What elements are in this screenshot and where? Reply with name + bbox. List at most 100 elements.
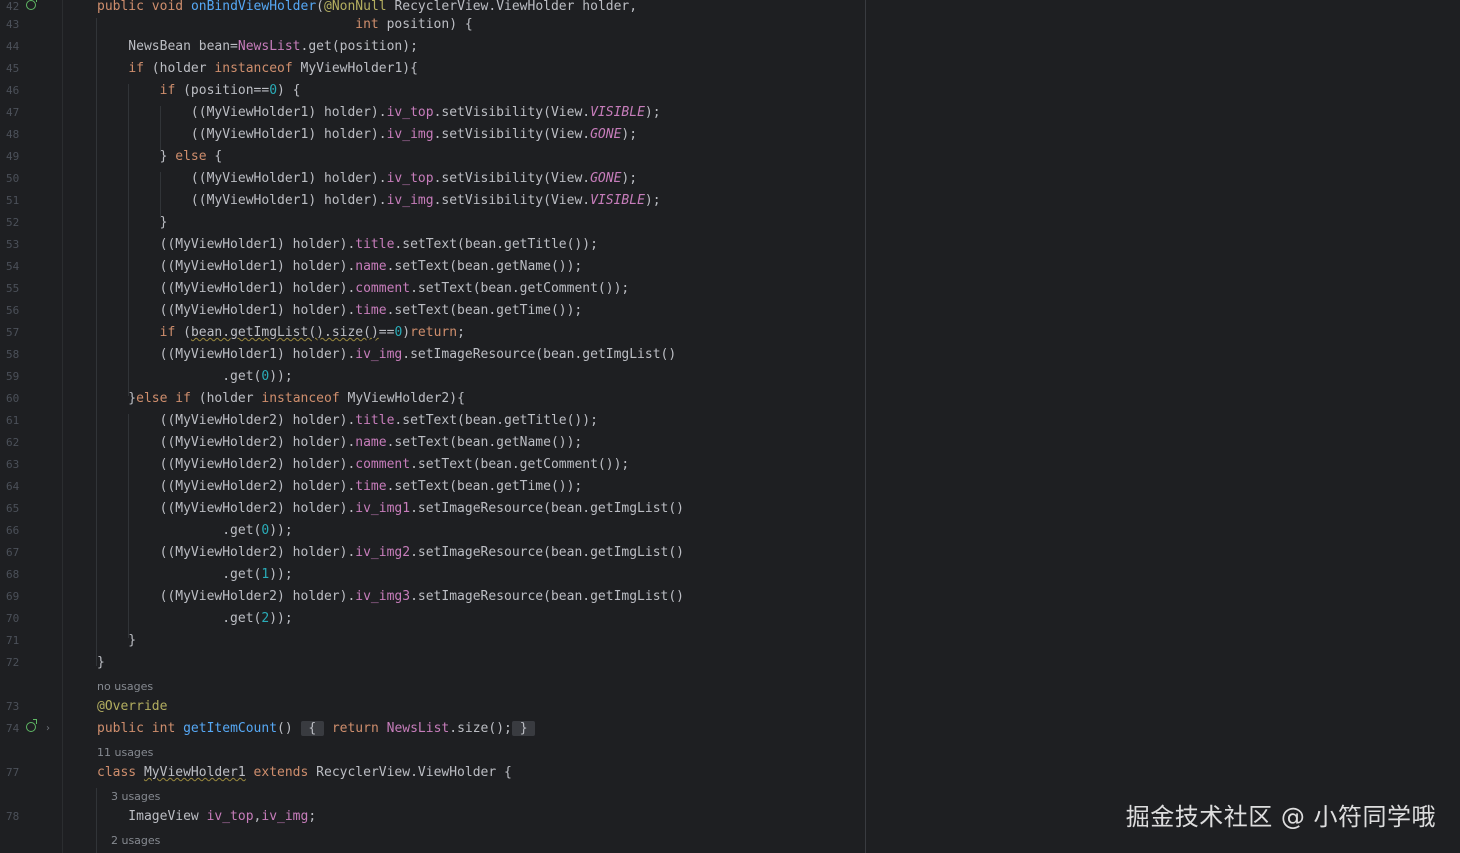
watermark: 掘金技术社区 @ 小符同学哦 [1125,803,1436,831]
line-number: 57 [6,326,20,339]
line-number: 78 [6,810,20,823]
code-line[interactable]: 55 ((MyViewHolder1) holder).comment.setT… [0,278,1460,300]
usage-hint[interactable]: 3 usages [97,786,160,808]
usage-hint[interactable]: 2 usages [97,830,160,852]
code-line[interactable]: 77 class MyViewHolder1 extends RecyclerVi… [0,762,1460,784]
code-text: ((MyViewHolder1) holder).name.setText(be… [97,259,583,274]
code-line[interactable]: 69 ((MyViewHolder2) holder).iv_img3.setI… [0,586,1460,608]
line-number: 56 [6,304,20,317]
line-number: 43 [6,18,20,31]
code-text: ((MyViewHolder1) holder).iv_img.setVisib… [97,127,638,142]
code-line[interactable]: 71 } [0,630,1460,652]
code-line[interactable]: 52 } [0,212,1460,234]
usage-hint-row[interactable]: 2 usages [0,830,1460,852]
line-number: 66 [6,524,20,537]
line-number: 51 [6,194,20,207]
code-line[interactable]: 54 ((MyViewHolder1) holder).name.setText… [0,256,1460,278]
code-text: ((MyViewHolder1) holder).iv_top.setVisib… [97,171,638,186]
code-line[interactable]: 67 ((MyViewHolder2) holder).iv_img2.setI… [0,542,1460,564]
code-line[interactable]: 56 ((MyViewHolder1) holder).time.setText… [0,300,1460,322]
usage-hint[interactable]: no usages [97,676,153,698]
code-text: } else { [97,149,223,164]
code-line[interactable]: 44 NewsBean bean=NewsList.get(position); [0,36,1460,58]
code-line[interactable]: 60 }else if (holder instanceof MyViewHol… [0,388,1460,410]
line-number: 63 [6,458,20,471]
code-line[interactable]: 66 .get(0)); [0,520,1460,542]
code-line[interactable]: 48 ((MyViewHolder1) holder).iv_img.setVi… [0,124,1460,146]
line-number: 47 [6,106,20,119]
code-line[interactable]: 65 ((MyViewHolder2) holder).iv_img1.setI… [0,498,1460,520]
code-text: @Override [97,699,168,714]
code-text: }else if (holder instanceof MyViewHolder… [97,391,465,406]
code-line[interactable]: 68 .get(1)); [0,564,1460,586]
code-line[interactable]: 61 ((MyViewHolder2) holder).title.setTex… [0,410,1460,432]
line-number: 58 [6,348,20,361]
code-text: ((MyViewHolder2) holder).iv_img2.setImag… [97,545,685,560]
code-line[interactable]: 70 .get(2)); [0,608,1460,630]
line-number: 72 [6,656,20,669]
code-line[interactable]: 74 › public int getItemCount() { return Ne… [0,718,1460,740]
line-number: 61 [6,414,20,427]
code-text: ((MyViewHolder1) holder).time.setText(be… [97,303,583,318]
line-number: 60 [6,392,20,405]
code-line[interactable]: 73 @Override [0,696,1460,718]
code-text: if (holder instanceof MyViewHolder1){ [128,61,418,76]
usage-hint-row[interactable]: 11 usages [0,742,1460,764]
line-number: 64 [6,480,20,493]
code-text: int position) { [355,17,473,32]
code-text: ((MyViewHolder2) holder).comment.setText… [97,457,630,472]
code-text: } [97,633,137,648]
line-number: 50 [6,172,20,185]
line-number: 49 [6,150,20,163]
code-text: class MyViewHolder1 extends RecyclerView… [97,765,512,780]
line-number: 53 [6,238,20,251]
line-number: 54 [6,260,20,273]
code-line[interactable]: 51 ((MyViewHolder1) holder).iv_img.setVi… [0,190,1460,212]
code-text: if (position==0) { [159,83,301,98]
line-number: 71 [6,634,20,647]
line-number: 68 [6,568,20,581]
usage-hint-row[interactable]: no usages [0,676,1460,698]
override-method-icon[interactable] [26,0,37,10]
code-line[interactable]: 72} [0,652,1460,674]
code-line[interactable]: 53 ((MyViewHolder1) holder).title.setTex… [0,234,1460,256]
code-line[interactable]: 59 .get(0)); [0,366,1460,388]
line-number: 62 [6,436,20,449]
fold-chevron-icon[interactable]: › [46,718,50,740]
line-number: 46 [6,84,20,97]
code-line[interactable]: 58 ((MyViewHolder1) holder).iv_img.setIm… [0,344,1460,366]
code-line[interactable]: 63 ((MyViewHolder2) holder).comment.setT… [0,454,1460,476]
code-text: ImageView iv_top,iv_img; [97,809,317,824]
code-text: .get(2)); [97,611,293,626]
code-text: ((MyViewHolder1) holder).iv_img.setImage… [97,347,677,362]
code-text: ((MyViewHolder2) holder).title.setText(b… [97,413,598,428]
usage-hint[interactable]: 11 usages [97,742,153,764]
code-line[interactable]: 43 int position) { [0,14,1460,36]
code-text: ((MyViewHolder1) holder).iv_top.setVisib… [97,105,661,120]
code-line[interactable]: 47 ((MyViewHolder1) holder).iv_top.setVi… [0,102,1460,124]
code-line[interactable]: 49 } else { [0,146,1460,168]
override-method-icon[interactable] [26,719,37,732]
code-text: if (bean.getImgList().size()==0)return; [159,325,465,340]
code-text: ((MyViewHolder2) holder).iv_img3.setImag… [97,589,685,604]
line-number: 45 [6,62,20,75]
line-number: 55 [6,282,20,295]
code-line[interactable]: 50 ((MyViewHolder1) holder).iv_top.setVi… [0,168,1460,190]
code-text: ((MyViewHolder1) holder).title.setText(b… [97,237,598,252]
code-editor[interactable]: 42 public void onBindViewHolder(@NonNull … [0,0,1460,853]
code-text: } [97,655,105,670]
code-line[interactable]: 46 if (position==0) { [0,80,1460,102]
code-text: .get(1)); [97,567,293,582]
code-text: ((MyViewHolder1) holder).iv_img.setVisib… [97,193,661,208]
code-line[interactable]: 45 if (holder instanceof MyViewHolder1){ [0,58,1460,80]
line-number: 77 [6,766,20,779]
line-number: 59 [6,370,20,383]
code-text: NewsBean bean=NewsList.get(position); [97,39,418,54]
code-line[interactable]: 64 ((MyViewHolder2) holder).time.setText… [0,476,1460,498]
line-number: 69 [6,590,20,603]
code-line[interactable]: 62 ((MyViewHolder2) holder).name.setText… [0,432,1460,454]
line-number: 52 [6,216,20,229]
code-text: ((MyViewHolder1) holder).comment.setText… [97,281,630,296]
code-line[interactable]: 57 if (bean.getImgList().size()==0)retur… [0,322,1460,344]
code-text: public int getItemCount() { return NewsL… [97,721,536,736]
